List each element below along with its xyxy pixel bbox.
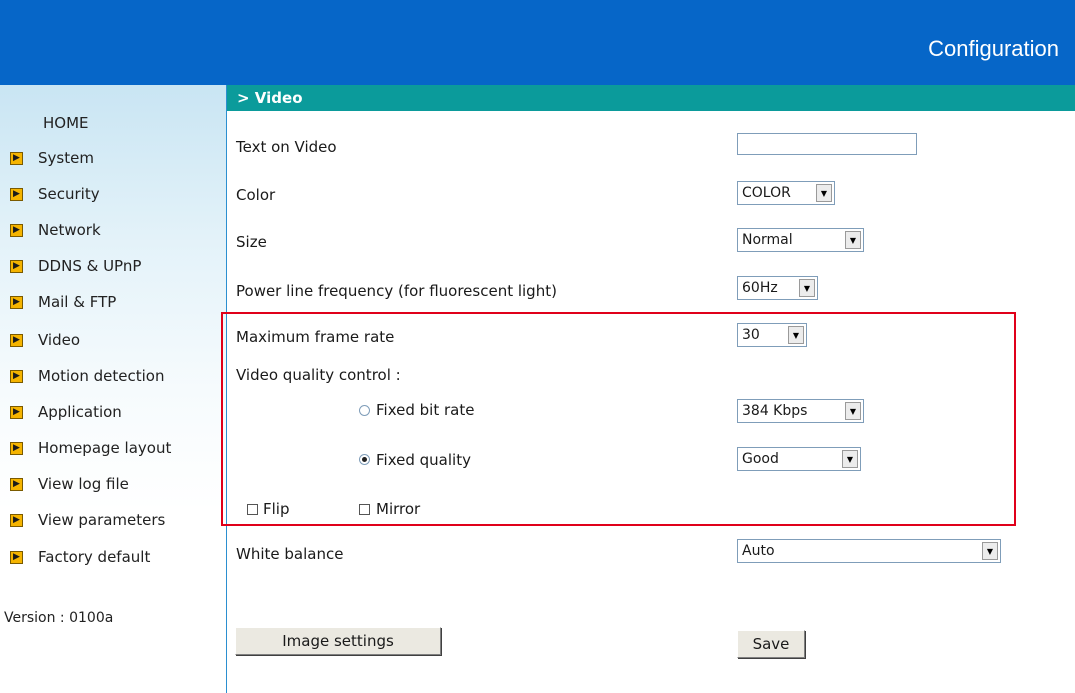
arrow-right-icon: ▶ [10,477,23,491]
fixed-bit-rate-label: Fixed bit rate [376,401,475,419]
sidebar-item-view-log-file[interactable]: ▶ View log file [10,472,220,496]
white-balance-select[interactable]: Auto ▼ [737,539,1001,563]
sidebar-item-view-parameters[interactable]: ▶ View parameters [10,508,220,532]
arrow-right-icon: ▶ [10,259,23,273]
page-title: Configuration [928,36,1059,61]
mirror-checkbox[interactable] [359,504,370,515]
sidebar-item-label: Application [38,403,122,421]
arrow-right-icon: ▶ [10,369,23,383]
power-line-frequency-select[interactable]: 60Hz ▼ [737,276,818,300]
sidebar-item-label: Network [38,221,101,239]
arrow-right-icon: ▶ [10,151,23,165]
max-frame-rate-label: Maximum frame rate [236,328,395,346]
bit-rate-select-value: 384 Kbps [742,403,808,419]
sidebar-item-label: View log file [38,475,129,493]
chevron-down-icon: ▼ [788,326,804,344]
arrow-right-icon: ▶ [10,223,23,237]
bit-rate-select[interactable]: 384 Kbps ▼ [737,399,864,423]
arrow-right-icon: ▶ [10,550,23,564]
text-on-video-input[interactable] [737,133,917,155]
sidebar-item-ddns-upnp[interactable]: ▶ DDNS & UPnP [10,254,220,278]
top-banner: Configuration [0,0,1075,85]
sidebar-item-label: Video [38,331,81,349]
fixed-bit-rate-radio[interactable] [359,405,370,416]
flip-label: Flip [263,500,290,518]
white-balance-label: White balance [236,545,344,563]
section-header: > Video [227,85,1075,111]
video-quality-control-label: Video quality control : [236,366,401,384]
white-balance-select-value: Auto [742,543,775,559]
arrow-right-icon: ▶ [10,295,23,309]
chevron-down-icon: ▼ [816,184,832,202]
sidebar-item-motion-detection[interactable]: ▶ Motion detection [10,364,220,388]
color-label: Color [236,186,276,204]
color-select[interactable]: COLOR ▼ [737,181,835,205]
sidebar-item-label: Factory default [38,548,151,566]
sidebar-item-label: Homepage layout [38,439,172,457]
fixed-quality-label: Fixed quality [376,451,471,469]
sidebar-item-homepage-layout[interactable]: ▶ Homepage layout [10,436,220,460]
size-select-value: Normal [742,232,793,248]
chevron-down-icon: ▼ [845,231,861,249]
save-button[interactable]: Save [737,630,805,658]
sidebar-item-label: Security [38,185,100,203]
version-text: Version : 0100a [4,610,114,626]
chevron-down-icon: ▼ [842,450,858,468]
max-frame-rate-select[interactable]: 30 ▼ [737,323,807,347]
power-line-select-value: 60Hz [742,280,778,296]
sidebar-item-label: Mail & FTP [38,293,117,311]
sidebar-item-network[interactable]: ▶ Network [10,218,220,242]
arrow-right-icon: ▶ [10,333,23,347]
sidebar-item-label: Motion detection [38,367,165,385]
size-select[interactable]: Normal ▼ [737,228,864,252]
image-settings-button[interactable]: Image settings [235,627,441,655]
chevron-down-icon: ▼ [845,402,861,420]
sidebar-item-label: DDNS & UPnP [38,257,142,275]
arrow-right-icon: ▶ [10,405,23,419]
sidebar-item-label: System [38,149,94,167]
color-select-value: COLOR [742,185,791,201]
quality-select[interactable]: Good ▼ [737,447,861,471]
power-line-frequency-label: Power line frequency (for fluorescent li… [236,282,557,300]
fixed-quality-radio[interactable] [359,454,370,465]
sidebar-item-application[interactable]: ▶ Application [10,400,220,424]
sidebar-item-label: View parameters [38,511,166,529]
sidebar-item-factory-default[interactable]: ▶ Factory default [10,545,220,569]
arrow-right-icon: ▶ [10,187,23,201]
arrow-right-icon: ▶ [10,441,23,455]
size-label: Size [236,233,267,251]
sidebar-item-mail-ftp[interactable]: ▶ Mail & FTP [10,290,220,314]
text-on-video-label: Text on Video [236,138,337,156]
sidebar-item-security[interactable]: ▶ Security [10,182,220,206]
frame-rate-select-value: 30 [742,327,760,343]
sidebar-item-video[interactable]: ▶ Video [10,328,220,352]
quality-select-value: Good [742,451,779,467]
chevron-down-icon: ▼ [982,542,998,560]
chevron-down-icon: ▼ [799,279,815,297]
sidebar-item-system[interactable]: ▶ System [10,146,220,170]
arrow-right-icon: ▶ [10,513,23,527]
mirror-label: Mirror [376,500,421,518]
sidebar: HOME ▶ System ▶ Security ▶ Network ▶ DDN… [0,85,227,693]
flip-checkbox[interactable] [247,504,258,515]
sidebar-home-link[interactable]: HOME [43,114,89,132]
